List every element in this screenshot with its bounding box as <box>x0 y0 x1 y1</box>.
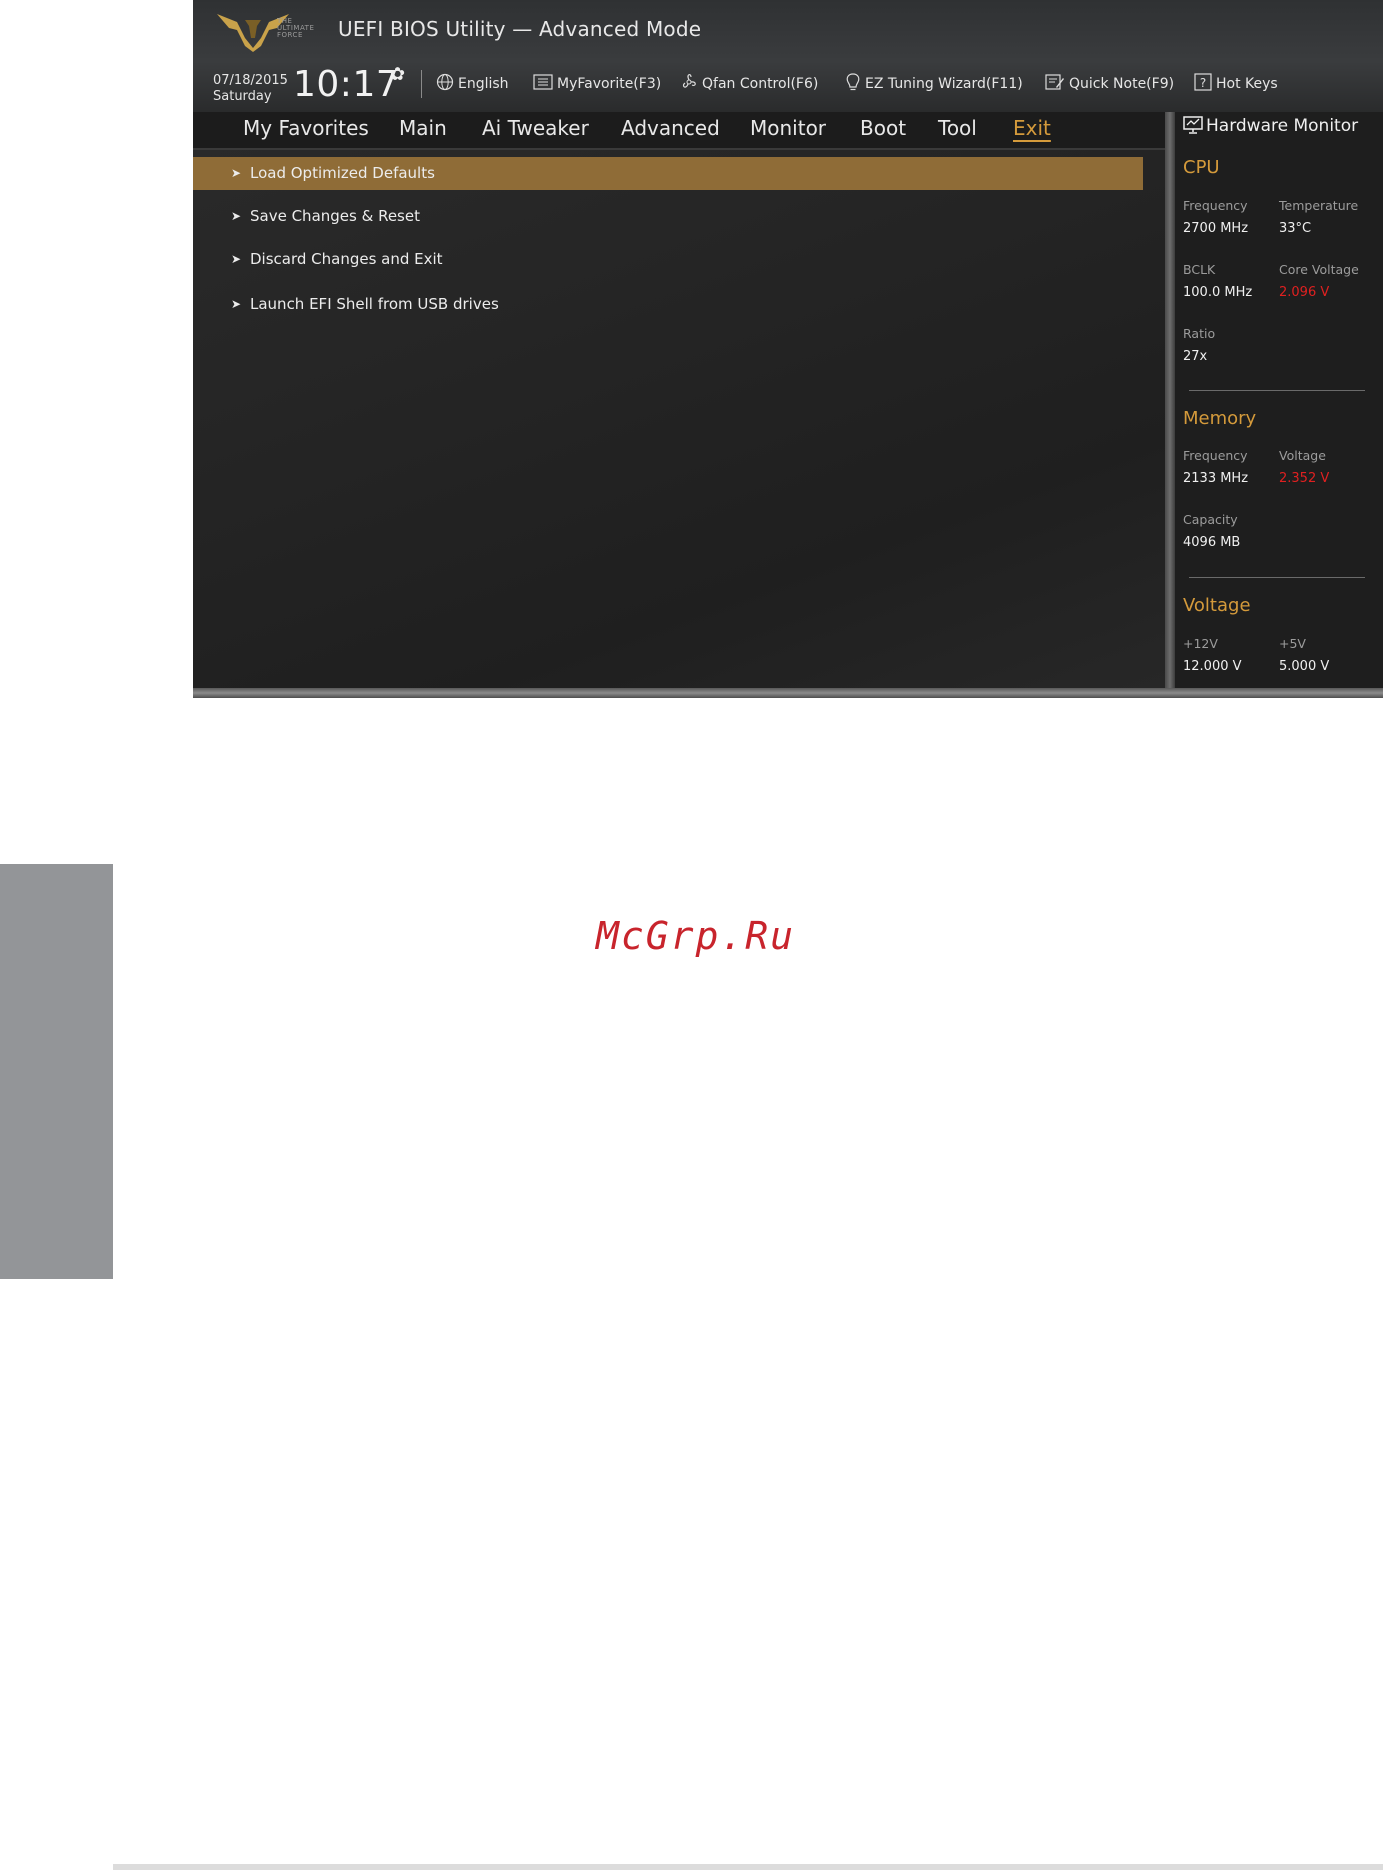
menu-item-label: Discard Changes and Exit <box>250 250 443 268</box>
quick-note-button[interactable]: Quick Note(F9) <box>1045 73 1174 92</box>
language-button[interactable]: English <box>436 73 509 92</box>
bclk-value: 100.0 MHz <box>1183 285 1253 300</box>
clock: 10:17 <box>293 64 400 105</box>
main-tab-bar: My Favorites Main Ai Tweaker Advanced Mo… <box>193 112 1165 150</box>
v5-label: +5V <box>1279 636 1306 651</box>
note-icon <box>1045 74 1064 90</box>
toolbar-divider <box>421 70 422 98</box>
core-voltage-value: 2.096 V <box>1279 285 1330 300</box>
hot-keys-button[interactable]: ? Hot Keys <box>1194 73 1278 92</box>
qfan-label: Qfan Control(F6) <box>702 76 819 92</box>
panel-divider <box>1165 112 1175 698</box>
tab-boot[interactable]: Boot <box>860 116 906 140</box>
cpu-frequency-label: Frequency <box>1183 198 1248 213</box>
v5-value: 5.000 V <box>1279 659 1330 674</box>
hardware-monitor-panel: Hardware Monitor CPU Frequency Temperatu… <box>1175 112 1383 688</box>
side-chapter-tab <box>0 864 113 1279</box>
hot-keys-label: Hot Keys <box>1216 76 1278 92</box>
fan-icon <box>682 74 696 88</box>
ratio-value: 27x <box>1183 349 1208 364</box>
tab-monitor[interactable]: Monitor <box>750 116 826 140</box>
qfan-control-button[interactable]: Qfan Control(F6) <box>680 73 818 92</box>
memory-voltage-label: Voltage <box>1279 448 1326 463</box>
menu-item-label: Save Changes & Reset <box>250 207 420 225</box>
tab-exit[interactable]: Exit <box>1013 116 1051 140</box>
question-icon: ? <box>1194 73 1212 91</box>
memory-frequency-label: Frequency <box>1183 448 1248 463</box>
cpu-frequency-value: 2700 MHz <box>1183 221 1249 236</box>
footer-rule <box>113 1864 1383 1870</box>
bios-title: UEFI BIOS Utility — Advanced Mode <box>338 17 702 41</box>
tab-my-favorites[interactable]: My Favorites <box>243 116 369 140</box>
bios-screen: THE ULTIMATE FORCE UEFI BIOS Utility — A… <box>193 0 1383 698</box>
menu-item-label: Launch EFI Shell from USB drives <box>250 295 499 313</box>
tab-tool[interactable]: Tool <box>938 116 977 140</box>
svg-text:?: ? <box>1200 76 1206 90</box>
bottom-frame-strip <box>193 688 1383 698</box>
cpu-temperature-label: Temperature <box>1279 198 1359 213</box>
language-label: English <box>458 76 509 92</box>
watermark: McGrp.Ru <box>596 914 796 958</box>
myfavorite-label: MyFavorite(F3) <box>557 76 662 92</box>
menu-item-launch-efi-shell[interactable]: ➤ Launch EFI Shell from USB drives <box>193 288 1143 321</box>
day-text: Saturday <box>213 89 272 104</box>
globe-icon <box>436 73 454 91</box>
memory-heading: Memory <box>1183 408 1257 429</box>
tab-ai-tweaker[interactable]: Ai Tweaker <box>482 116 589 140</box>
lightbulb-icon <box>846 73 860 91</box>
date-text: 07/18/2015 <box>213 73 288 88</box>
monitor-icon <box>1183 116 1203 134</box>
v12-value: 12.000 V <box>1183 659 1242 674</box>
memory-frequency-value: 2133 MHz <box>1183 471 1249 486</box>
ez-tuning-wizard-button[interactable]: EZ Tuning Wizard(F11) <box>845 73 1023 92</box>
section-divider <box>1189 577 1365 578</box>
ez-tuning-label: EZ Tuning Wizard(F11) <box>865 76 1023 92</box>
arrow-right-icon: ➤ <box>231 166 242 180</box>
menu-item-save-changes-reset[interactable]: ➤ Save Changes & Reset <box>193 200 1143 233</box>
memory-voltage-value: 2.352 V <box>1279 471 1330 486</box>
bios-header: THE ULTIMATE FORCE UEFI BIOS Utility — A… <box>193 0 1383 112</box>
quick-note-label: Quick Note(F9) <box>1069 76 1175 92</box>
arrow-right-icon: ➤ <box>231 252 242 266</box>
date-block: 07/18/2015 Saturday <box>213 73 288 105</box>
gear-icon[interactable]: ✿ <box>390 64 405 85</box>
arrow-right-icon: ➤ <box>231 297 242 311</box>
menu-item-discard-changes-exit[interactable]: ➤ Discard Changes and Exit <box>193 243 1143 276</box>
capacity-label: Capacity <box>1183 512 1238 527</box>
voltage-heading: Voltage <box>1183 595 1251 616</box>
ratio-label: Ratio <box>1183 326 1216 341</box>
menu-item-load-optimized-defaults[interactable]: ➤ Load Optimized Defaults <box>193 157 1143 190</box>
hardware-monitor-title: Hardware Monitor <box>1183 116 1358 136</box>
myfavorite-button[interactable]: MyFavorite(F3) <box>533 73 661 92</box>
cpu-heading: CPU <box>1183 157 1220 178</box>
section-divider <box>1189 390 1365 391</box>
v12-label: +12V <box>1183 636 1218 651</box>
arrow-right-icon: ➤ <box>231 209 242 223</box>
tab-advanced[interactable]: Advanced <box>621 116 720 140</box>
cpu-temperature-value: 33°C <box>1279 221 1312 236</box>
bclk-label: BCLK <box>1183 262 1216 277</box>
tab-main[interactable]: Main <box>399 116 447 140</box>
favorite-list-icon <box>533 74 553 90</box>
capacity-value: 4096 MB <box>1183 535 1241 550</box>
logo-text: THE ULTIMATE FORCE <box>277 17 315 39</box>
core-voltage-label: Core Voltage <box>1279 262 1359 277</box>
menu-item-label: Load Optimized Defaults <box>250 164 435 182</box>
